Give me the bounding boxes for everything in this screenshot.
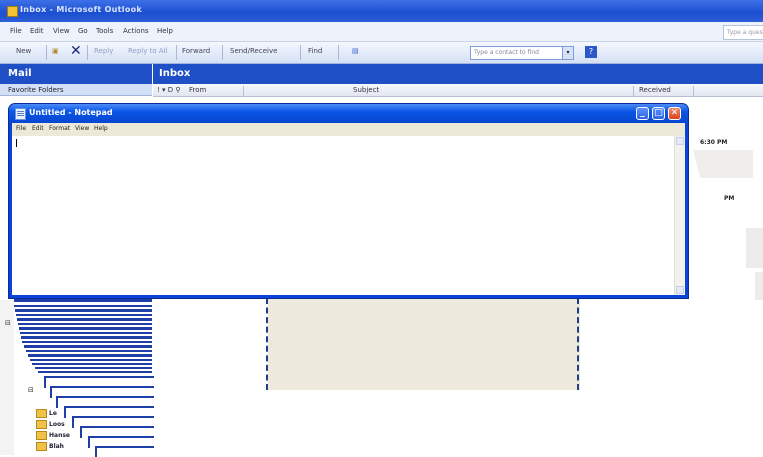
- menu-tools[interactable]: Tools: [96, 27, 113, 35]
- outlook-titlebar: Inbox - Microsoft Outlook: [0, 0, 763, 22]
- menu-go[interactable]: Go: [78, 27, 88, 35]
- reading-pane-artifact-3: [755, 272, 763, 300]
- mail-pane-header: Mail: [0, 64, 152, 84]
- menu-help[interactable]: Help: [157, 27, 173, 35]
- print-icon[interactable]: ▣: [52, 47, 59, 55]
- column-received[interactable]: Received: [639, 86, 671, 94]
- column-subject[interactable]: Subject: [353, 86, 379, 94]
- column-divider: [243, 86, 244, 96]
- favorite-folders-label[interactable]: Favorite Folders: [0, 84, 152, 96]
- address-book-icon[interactable]: ▤: [352, 47, 359, 55]
- reading-pane-artifact-2: [746, 228, 763, 268]
- folder-label: Le: [49, 410, 57, 417]
- folder-icon: [36, 442, 47, 451]
- help-question-box[interactable]: Type a question: [723, 25, 763, 40]
- folder-icon: [36, 420, 47, 429]
- message-time-fragment: 6:30 PM: [700, 139, 728, 146]
- folder-label: Loos: [49, 421, 65, 428]
- toolbar-separator: [300, 45, 301, 60]
- text-caret: [16, 139, 17, 147]
- column-divider: [693, 86, 694, 96]
- menu-file[interactable]: File: [10, 27, 22, 35]
- folder-item[interactable]: Le: [36, 409, 57, 418]
- dashed-border-right: [577, 298, 579, 390]
- reply-all-button[interactable]: Reply to All: [128, 47, 168, 55]
- tree-collapse-icon[interactable]: ⊟: [5, 319, 11, 327]
- notepad-text-area[interactable]: [12, 136, 685, 295]
- column-icons[interactable]: ! ▾ D ⚲: [157, 86, 181, 94]
- inbox-pane-header: Inbox: [153, 64, 763, 84]
- tree-collapse-icon-2[interactable]: ⊟: [28, 386, 34, 394]
- toolbar-separator: [338, 45, 339, 60]
- notepad-vertical-scrollbar[interactable]: [674, 136, 685, 295]
- notepad-menu-view[interactable]: View: [75, 125, 89, 132]
- column-from[interactable]: From: [189, 86, 206, 94]
- toolbar-separator: [87, 45, 88, 60]
- folder-item[interactable]: Blah: [36, 442, 64, 451]
- notepad-app-icon: [15, 108, 26, 120]
- scroll-up-arrow[interactable]: [676, 137, 684, 145]
- notepad-window[interactable]: Untitled - Notepad _ □ ✕ File Edit Forma…: [9, 104, 688, 298]
- menu-view[interactable]: View: [53, 27, 70, 35]
- maximize-button[interactable]: □: [652, 107, 665, 120]
- reply-button[interactable]: Reply: [94, 47, 113, 55]
- reading-pane-artifact: [693, 150, 753, 178]
- delete-icon[interactable]: ✕: [70, 44, 82, 58]
- send-receive-button[interactable]: Send/Receive: [230, 47, 277, 55]
- minimize-button[interactable]: _: [636, 107, 649, 120]
- help-icon[interactable]: ?: [585, 46, 597, 58]
- menu-edit[interactable]: Edit: [30, 27, 44, 35]
- folder-icon: [36, 431, 47, 440]
- find-contact-input[interactable]: Type a contact to find: [470, 46, 563, 60]
- message-list-column-header: ! ▾ D ⚲ From Subject Received: [153, 84, 763, 97]
- toolbar-separator: [222, 45, 223, 60]
- notepad-menu-help[interactable]: Help: [94, 125, 108, 132]
- toolbar-separator: [176, 45, 177, 60]
- folder-item[interactable]: Loos: [36, 420, 65, 429]
- scroll-down-arrow[interactable]: [676, 286, 684, 294]
- find-button[interactable]: Find: [308, 47, 322, 55]
- notepad-menu-format[interactable]: Format: [49, 125, 70, 132]
- outlook-menubar: File Edit View Go Tools Actions Help: [0, 22, 763, 42]
- contact-dropdown-arrow[interactable]: ▾: [562, 46, 574, 60]
- notepad-menubar: File Edit Format View Help: [12, 123, 685, 136]
- folder-item[interactable]: Hanse: [36, 431, 70, 440]
- outlook-app-icon: [7, 6, 18, 17]
- close-button[interactable]: ✕: [668, 107, 681, 120]
- outlook-window-title: Inbox - Microsoft Outlook: [20, 5, 143, 14]
- notepad-menu-edit[interactable]: Edit: [32, 125, 44, 132]
- dashed-border-left: [266, 298, 268, 390]
- column-divider: [633, 86, 634, 96]
- forward-button[interactable]: Forward: [182, 47, 210, 55]
- outlook-toolbar: New ▣ ✕ Reply Reply to All Forward Send/…: [0, 42, 763, 64]
- notepad-window-title: Untitled - Notepad: [29, 108, 113, 117]
- notepad-titlebar[interactable]: Untitled - Notepad _ □ ✕: [9, 104, 688, 123]
- message-time-fragment-2: PM: [724, 195, 735, 202]
- folder-label: Blah: [49, 443, 64, 450]
- menu-actions[interactable]: Actions: [123, 27, 149, 35]
- new-button[interactable]: New: [16, 47, 31, 55]
- folder-label: Hanse: [49, 432, 70, 439]
- unpainted-window-region: [268, 298, 580, 390]
- toolbar-separator: [46, 45, 47, 60]
- notepad-menu-file[interactable]: File: [16, 125, 26, 132]
- folder-icon: [36, 409, 47, 418]
